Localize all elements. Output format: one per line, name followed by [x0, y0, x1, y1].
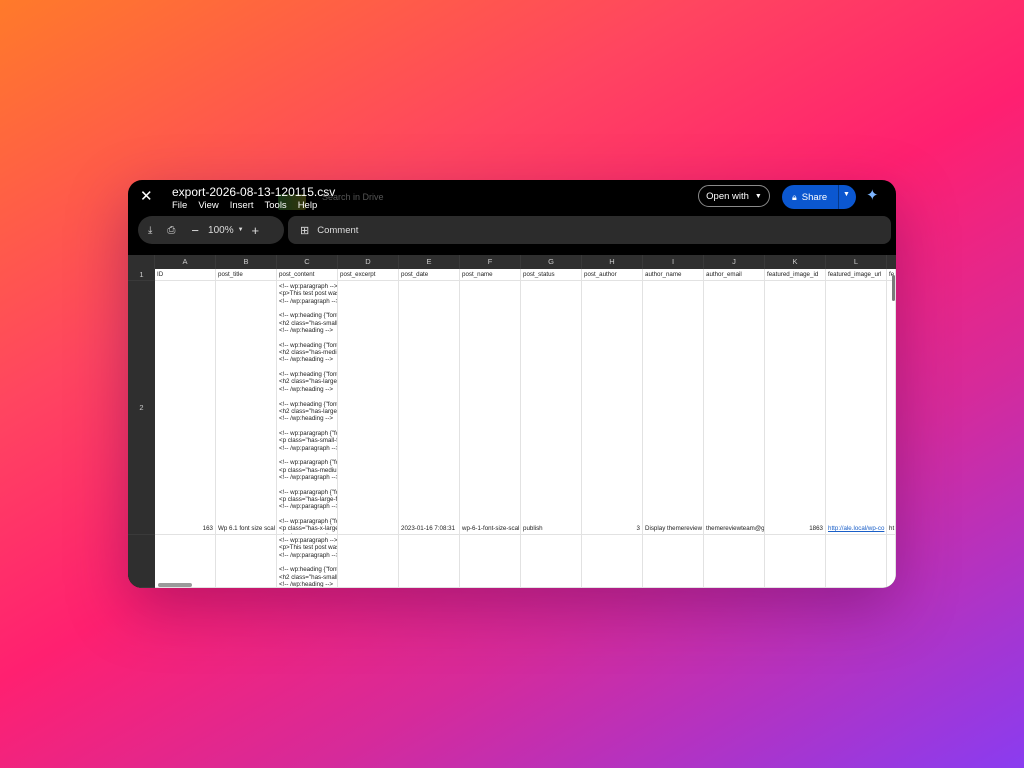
menu-view[interactable]: View	[198, 200, 218, 211]
header-cell[interactable]: author_name	[643, 269, 704, 281]
table-cell[interactable]	[155, 535, 216, 588]
zoom-level[interactable]: 100%	[208, 225, 234, 236]
header-cell[interactable]: featured_image_url	[826, 269, 887, 281]
column-header[interactable]	[887, 255, 896, 269]
corner-cell	[128, 255, 155, 269]
header-cell[interactable]: ID	[155, 269, 216, 281]
header-cell[interactable]: featured_image_id	[765, 269, 826, 281]
menu-insert[interactable]: Insert	[230, 200, 254, 211]
header-cell[interactable]: author_email	[704, 269, 765, 281]
close-icon[interactable]: ✕	[140, 189, 153, 205]
column-header[interactable]: J	[704, 255, 765, 269]
column-header[interactable]: G	[521, 255, 582, 269]
add-comment-icon: ⊞	[300, 224, 310, 237]
chevron-down-icon: ▼	[754, 192, 762, 200]
menu-help[interactable]: Help	[298, 200, 318, 211]
cell-author-email[interactable]: themereviewteam@g	[704, 281, 765, 535]
table-cell[interactable]	[765, 535, 826, 588]
cell-post-date[interactable]: 2023-01-16 7:08:31	[399, 281, 460, 535]
column-header[interactable]: E	[399, 255, 460, 269]
header-cell[interactable]: post_content	[277, 269, 338, 281]
vertical-scrollbar[interactable]	[892, 275, 895, 301]
top-bar: ✕ export-2026-08-13-120115.csv Search in…	[128, 180, 896, 214]
cell-extra[interactable]: ht	[887, 281, 896, 535]
spreadsheet: A B C D E F G H I J K L 1 2 ID post_titl…	[128, 255, 896, 588]
cell-featured-image-url[interactable]: http://ale.local/wp-co	[826, 281, 887, 535]
table-cell[interactable]	[460, 535, 521, 588]
column-header[interactable]: I	[643, 255, 704, 269]
open-with-label: Open with	[706, 190, 749, 202]
table-cell[interactable]	[216, 535, 277, 588]
row-header[interactable]: 2	[128, 281, 155, 535]
header-cell[interactable]: post_title	[216, 269, 277, 281]
download-icon[interactable]: ⤓	[148, 225, 152, 236]
cell-featured-image-id[interactable]: 1863	[765, 281, 826, 535]
view-toolbar: ⤓ ⎙ − 100% ▼ +	[138, 216, 284, 244]
column-header[interactable]: L	[826, 255, 887, 269]
share-dropdown-icon[interactable]: ▼	[843, 191, 850, 198]
row-header[interactable]	[128, 535, 155, 588]
open-with-button[interactable]: Open with ▼	[698, 185, 770, 207]
cell-post-content[interactable]: <!-- wp:paragraph --> <p>This test post …	[277, 535, 338, 588]
share-button[interactable]: 🔒︎ Share ▼	[782, 185, 856, 209]
table-cell[interactable]	[582, 535, 643, 588]
column-header[interactable]: H	[582, 255, 643, 269]
cell-grid: ID post_title post_content post_excerpt …	[155, 269, 896, 588]
search-drive-hint: Search in Drive	[322, 192, 384, 202]
cell-post-title[interactable]: Wp 6.1 font size scal	[216, 281, 277, 535]
menu-tools[interactable]: Tools	[265, 200, 287, 211]
menu-bar: File View Insert Tools Help	[172, 200, 317, 211]
cell-author-name[interactable]: Display themereview	[643, 281, 704, 535]
row-header[interactable]: 1	[128, 269, 155, 281]
column-header[interactable]: A	[155, 255, 216, 269]
header-cell[interactable]: post_status	[521, 269, 582, 281]
cell-id[interactable]: 163	[155, 281, 216, 535]
comment-bar[interactable]: ⊞ Comment	[288, 216, 891, 244]
zoom-in-icon[interactable]: +	[252, 223, 260, 238]
cell-post-content[interactable]: <!-- wp:paragraph --> <p>This test post …	[277, 281, 338, 535]
share-divider	[838, 185, 839, 209]
horizontal-scrollbar[interactable]	[158, 583, 192, 587]
cell-post-author[interactable]: 3	[582, 281, 643, 535]
file-title: export-2026-08-13-120115.csv	[172, 185, 336, 199]
gemini-sparkle-icon[interactable]: ✦	[866, 188, 882, 204]
header-cell[interactable]: post_excerpt	[338, 269, 399, 281]
column-header[interactable]: C	[277, 255, 338, 269]
column-header[interactable]: K	[765, 255, 826, 269]
column-header[interactable]: B	[216, 255, 277, 269]
zoom-dropdown-icon[interactable]: ▼	[238, 227, 244, 233]
table-cell[interactable]	[826, 535, 887, 588]
table-cell[interactable]	[399, 535, 460, 588]
menu-file[interactable]: File	[172, 200, 187, 211]
header-cell[interactable]: post_date	[399, 269, 460, 281]
header-cell[interactable]: post_author	[582, 269, 643, 281]
table-cell[interactable]	[704, 535, 765, 588]
table-cell[interactable]	[338, 535, 399, 588]
zoom-out-icon[interactable]: −	[191, 223, 199, 238]
comment-label: Comment	[317, 224, 359, 236]
column-header[interactable]: F	[460, 255, 521, 269]
cell-post-excerpt[interactable]	[338, 281, 399, 535]
print-icon[interactable]: ⎙	[167, 225, 175, 236]
table-cell[interactable]	[643, 535, 704, 588]
column-header[interactable]: D	[338, 255, 399, 269]
table-cell[interactable]	[521, 535, 582, 588]
table-cell[interactable]	[887, 535, 896, 588]
cell-post-status[interactable]: publish	[521, 281, 582, 535]
header-cell[interactable]: post_name	[460, 269, 521, 281]
share-label: Share	[801, 191, 828, 203]
sheets-viewer-window: ✕ export-2026-08-13-120115.csv Search in…	[128, 180, 896, 588]
featured-image-link[interactable]: http://ale.local/wp-co	[828, 525, 884, 532]
cell-post-name[interactable]: wp-6-1-font-size-scal	[460, 281, 521, 535]
lock-icon: 🔒︎	[792, 191, 797, 202]
